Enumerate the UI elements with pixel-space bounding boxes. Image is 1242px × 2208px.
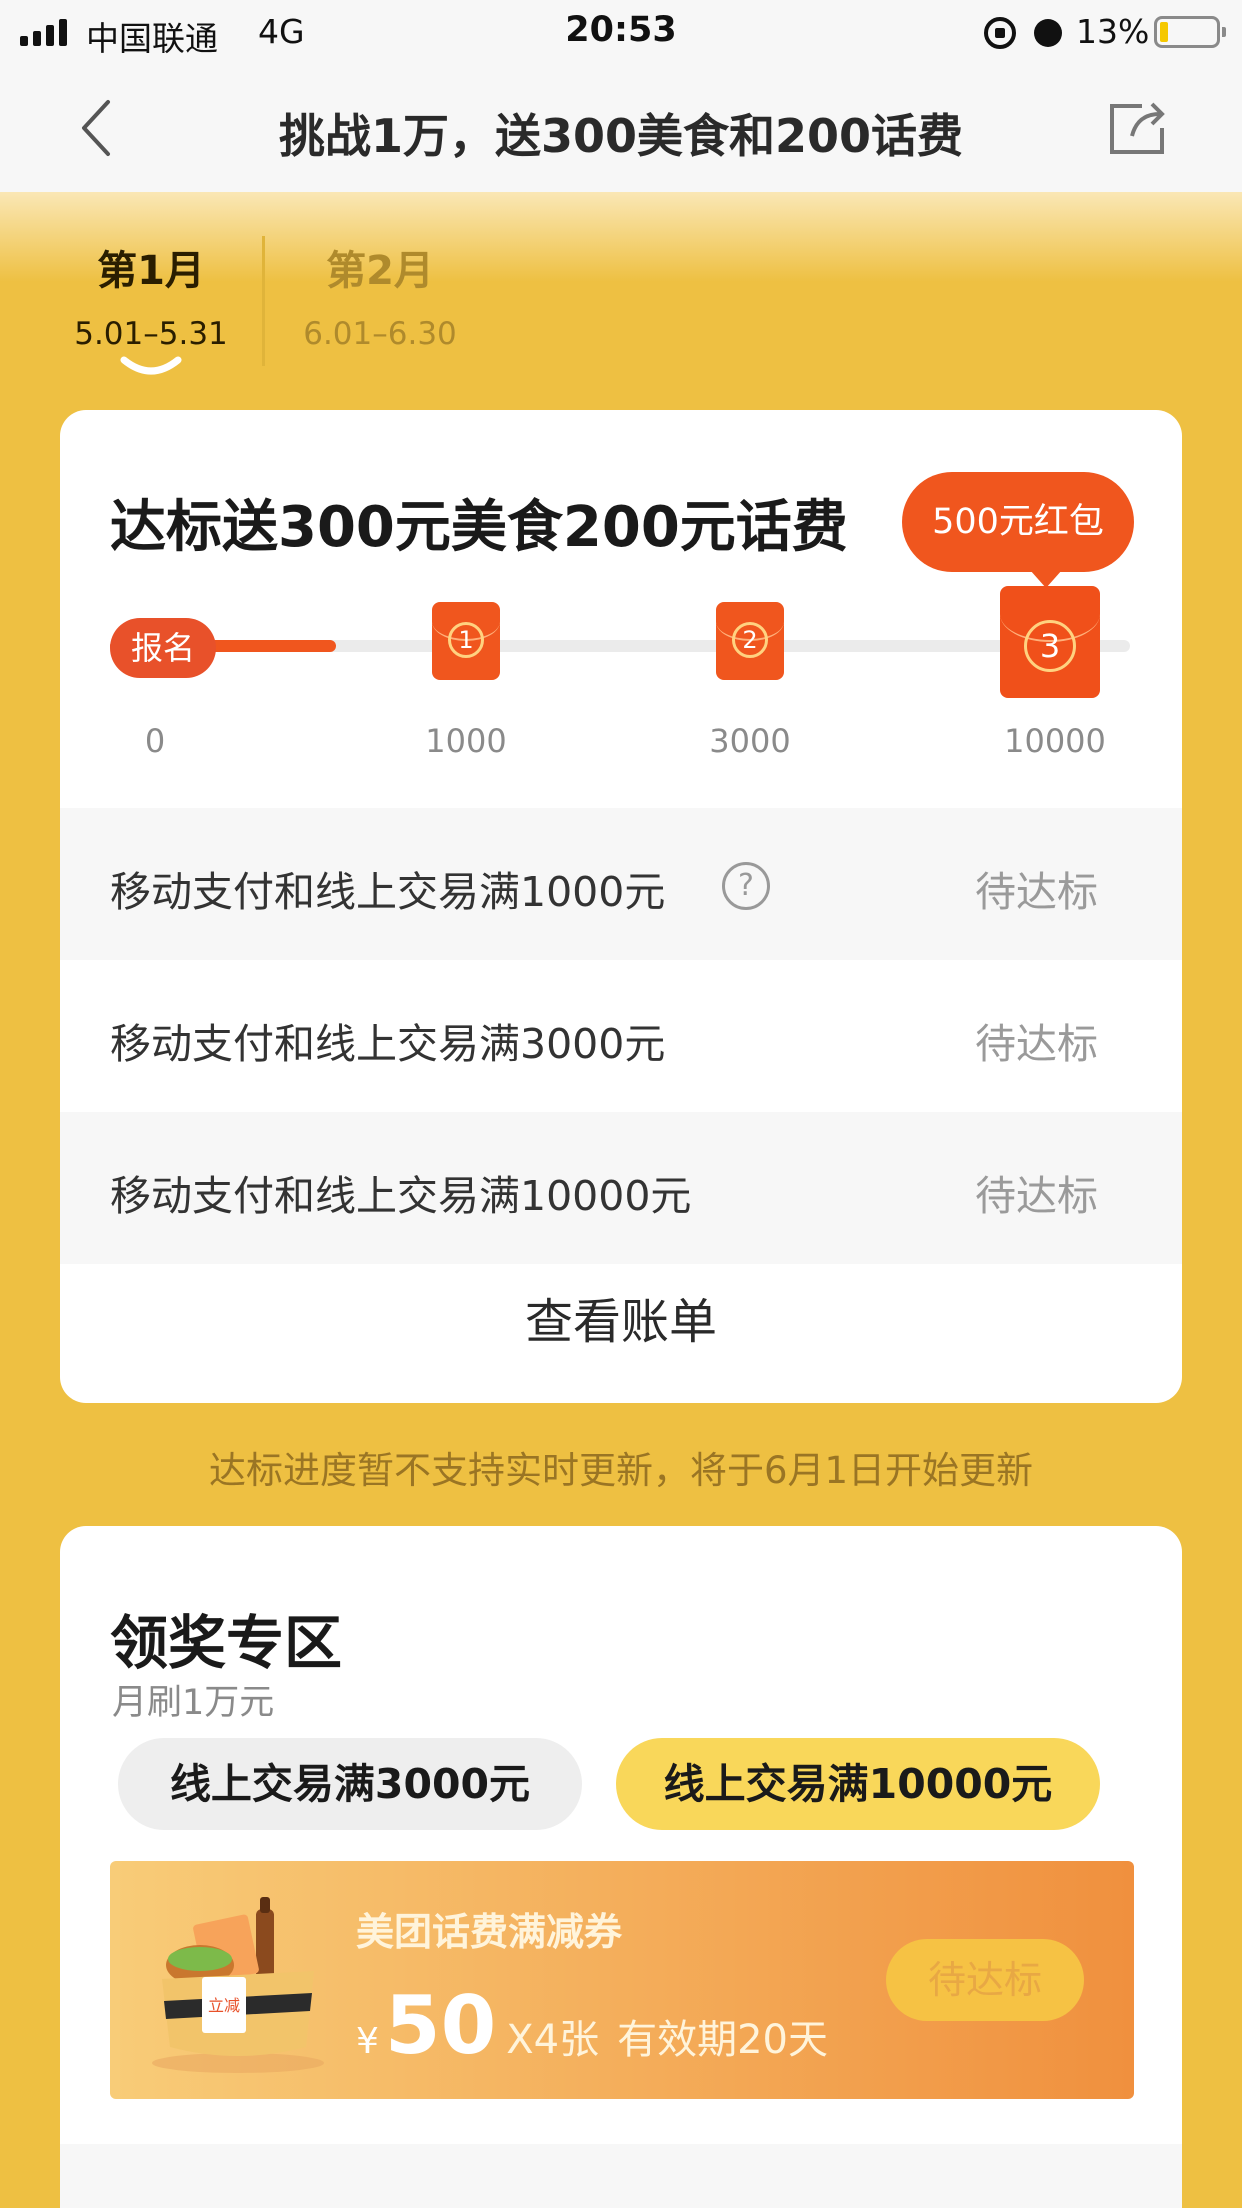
currency-symbol: ¥: [356, 2021, 379, 2062]
task-label: 移动支付和线上交易满1000元: [110, 868, 666, 916]
tab-month-1[interactable]: 第1月 5.01–5.31: [62, 238, 240, 352]
share-button[interactable]: [1106, 98, 1168, 158]
milestone-badge-3: 3: [1024, 620, 1076, 672]
coupon-amount: ¥50 X4张 有效期20天: [356, 1979, 828, 2072]
chip-10000[interactable]: 线上交易满10000元: [616, 1738, 1100, 1830]
signup-pill: 报名: [110, 618, 216, 678]
status-bar: 中国联通 4G 20:53 13%: [0, 0, 1242, 64]
tab-divider: [262, 236, 265, 366]
red-envelope-icon-1: 1: [432, 602, 500, 680]
reward-card: 领奖专区 月刷1万元 线上交易满3000元 线上交易满10000元 立减 美团话…: [60, 1526, 1182, 2208]
tab-month-2-range: 6.01–6.30: [303, 316, 457, 352]
food-basket-icon: 立减: [152, 1897, 324, 2073]
progress-track: [110, 640, 1130, 652]
reward-section-title: 领奖专区: [110, 1609, 343, 1677]
task-row: 移动支付和线上交易满10000元 待达标: [60, 1112, 1182, 1264]
battery-icon: [1154, 16, 1226, 48]
coupon-quantity: X4张: [506, 2017, 600, 2063]
progress-tick: 3000: [709, 722, 791, 760]
task-row: 移动支付和线上交易满3000元 待达标: [60, 960, 1182, 1112]
battery-percent: 13%: [1076, 12, 1150, 51]
orientation-lock-icon: [984, 17, 1016, 49]
reward-bubble: 500元红包: [902, 472, 1134, 588]
tab-month-2[interactable]: 第2月 6.01–6.30: [288, 238, 472, 352]
milestone-badge-1: 1: [448, 622, 484, 658]
coupon-validity: 有效期20天: [617, 2017, 828, 2063]
reward-section-subtitle: 月刷1万元: [112, 1683, 275, 1723]
red-envelope-icon-2: 2: [716, 602, 784, 680]
share-icon: [1110, 102, 1165, 154]
coupon-card: 立减 美团话费满减券 ¥50 X4张 有效期20天 待达标: [110, 1861, 1134, 2099]
selected-tab-indicator: [120, 356, 182, 375]
next-item-strip: [60, 2144, 1182, 2208]
nav-bar: 挑战1万，送300美食和200话费: [0, 64, 1242, 192]
milestone-badge-2: 2: [732, 622, 768, 658]
task-label: 移动支付和线上交易满10000元: [110, 1172, 692, 1220]
update-notice: 达标进度暂不支持实时更新，将于6月1日开始更新: [208, 1449, 1034, 1492]
coupon-claim-button[interactable]: 待达标: [886, 1939, 1084, 2021]
progress-tick: 0: [144, 722, 166, 760]
task-status: 待达标: [975, 1020, 1098, 1068]
svg-text:立减: 立减: [208, 1996, 240, 2015]
tab-month-1-name: 第1月: [97, 248, 205, 294]
task-status: 待达标: [975, 1172, 1098, 1220]
coupon-title: 美团话费满减券: [356, 1910, 623, 1954]
progress-heading: 达标送300元美食200元话费: [110, 495, 848, 560]
view-bill-link[interactable]: 查看账单: [60, 1282, 1182, 1352]
tab-month-1-range: 5.01–5.31: [74, 316, 228, 352]
tab-month-2-name: 第2月: [326, 248, 434, 294]
coupon-value: 50: [384, 1979, 497, 2072]
task-row: 移动支付和线上交易满1000元 ? 待达标: [60, 808, 1182, 960]
task-label: 移动支付和线上交易满3000元: [110, 1020, 666, 1068]
help-icon[interactable]: ?: [722, 862, 770, 910]
chip-3000[interactable]: 线上交易满3000元: [118, 1738, 582, 1830]
task-status: 待达标: [975, 868, 1098, 916]
page-title: 挑战1万，送300美食和200话费: [278, 109, 964, 163]
progress-tick: 1000: [425, 722, 507, 760]
alarm-icon: [1032, 15, 1064, 49]
red-envelope-icon-3: 3: [1000, 586, 1100, 698]
progress-tick: 10000: [1004, 722, 1106, 760]
progress-card: 达标送300元美食200元话费 500元红包 报名 1 2 3 0 1000 3…: [60, 410, 1182, 1403]
